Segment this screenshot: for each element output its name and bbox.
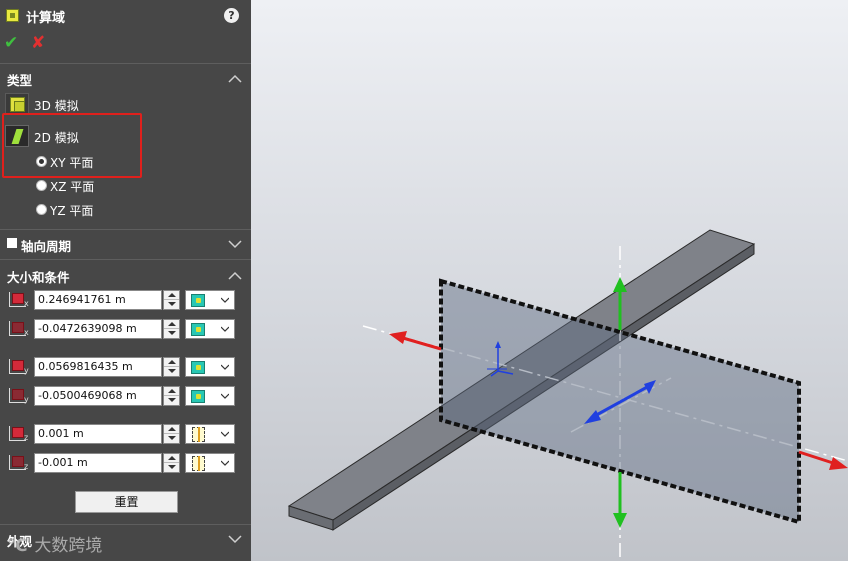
- param-row-z-min: z -0.001 m: [0, 452, 251, 474]
- chevron-down-icon: [221, 460, 229, 466]
- y-max-input[interactable]: 0.0569816435 m: [34, 357, 162, 377]
- y-min-arrow-handle[interactable]: [613, 472, 627, 528]
- x-min-condition-select[interactable]: [185, 319, 235, 339]
- chevron-down-icon: [221, 393, 229, 399]
- domain-3d-view: [287, 229, 848, 561]
- radio-button[interactable]: [36, 204, 47, 215]
- z-max-icon: z: [9, 425, 31, 443]
- param-row-x-min: x -0.0472639098 m: [0, 318, 251, 340]
- pressure-opening-icon: [191, 323, 205, 336]
- x-min-icon: x: [9, 320, 31, 338]
- symmetry-icon: [192, 427, 205, 442]
- y-min-input[interactable]: -0.0500469068 m: [34, 386, 162, 406]
- chevron-down-icon: [221, 326, 229, 332]
- ok-check-icon[interactable]: ✔: [4, 33, 18, 53]
- yz-plane-label: YZ 平面: [50, 204, 94, 218]
- pressure-opening-icon: [191, 294, 205, 307]
- spin-up-icon[interactable]: [164, 358, 179, 367]
- spin-up-icon[interactable]: [164, 291, 179, 300]
- y-max-stepper[interactable]: [163, 357, 180, 377]
- spin-up-icon[interactable]: [164, 387, 179, 396]
- x-max-input[interactable]: 0.246941761 m: [34, 290, 162, 310]
- computational-domain-icon: [6, 9, 19, 22]
- symmetry-icon: [192, 456, 205, 471]
- z-min-input[interactable]: -0.001 m: [34, 453, 162, 473]
- y-min-icon: y: [9, 387, 31, 405]
- z-max-stepper[interactable]: [163, 424, 180, 444]
- param-row-x-max: x 0.246941761 m: [0, 289, 251, 311]
- spin-down-icon[interactable]: [164, 463, 179, 472]
- spin-up-icon[interactable]: [164, 454, 179, 463]
- graphics-viewport[interactable]: [251, 0, 848, 561]
- z-max-input[interactable]: 0.001 m: [34, 424, 162, 444]
- spin-up-icon[interactable]: [164, 425, 179, 434]
- divider: [0, 524, 251, 525]
- spin-up-icon[interactable]: [164, 320, 179, 329]
- chevron-down-icon: [221, 364, 229, 370]
- help-icon[interactable]: ?: [224, 8, 239, 23]
- y-min-stepper[interactable]: [163, 386, 180, 406]
- axial-periodicity-checkbox[interactable]: [7, 238, 17, 248]
- x-max-icon: x: [9, 291, 31, 309]
- y-max-condition-select[interactable]: [185, 357, 235, 377]
- radio-yz-plane[interactable]: YZ 平面: [36, 201, 126, 219]
- x-min-stepper[interactable]: [163, 319, 180, 339]
- pressure-opening-icon: [191, 390, 205, 403]
- highlight-annotation-box: [2, 113, 142, 178]
- pressure-opening-icon: [191, 361, 205, 374]
- type-section-title[interactable]: 类型: [7, 70, 32, 89]
- spin-down-icon[interactable]: [164, 434, 179, 443]
- z-min-stepper[interactable]: [163, 453, 180, 473]
- spin-down-icon[interactable]: [164, 300, 179, 309]
- watermark: ℃ 大数跨境: [7, 531, 102, 556]
- size-section-title[interactable]: 大小和条件: [7, 267, 70, 286]
- reset-button[interactable]: 重置: [75, 491, 178, 513]
- 3d-simulation-icon: [5, 93, 29, 115]
- z-max-condition-select[interactable]: [185, 424, 235, 444]
- watermark-logo: ℃: [7, 536, 28, 556]
- x-max-condition-select[interactable]: [185, 290, 235, 310]
- radio-xz-plane[interactable]: XZ 平面: [36, 177, 126, 195]
- y-max-icon: y: [9, 358, 31, 376]
- chevron-down-icon[interactable]: [228, 239, 242, 249]
- panel-title: 计算域: [26, 11, 66, 26]
- option-3d-label: 3D 模拟: [34, 99, 79, 113]
- divider: [0, 259, 251, 260]
- z-min-icon: z: [9, 454, 31, 472]
- spin-down-icon[interactable]: [164, 329, 179, 338]
- cancel-x-icon[interactable]: ✘: [31, 33, 45, 53]
- spin-down-icon[interactable]: [164, 367, 179, 376]
- radio-button[interactable]: [36, 180, 47, 191]
- chevron-down-icon: [221, 431, 229, 437]
- x-min-input[interactable]: -0.0472639098 m: [34, 319, 162, 339]
- panel-header: 计算域 ?: [0, 0, 251, 32]
- chevron-down-icon: [221, 297, 229, 303]
- x-min-arrow-handle[interactable]: [389, 331, 442, 351]
- chevron-up-icon[interactable]: [228, 74, 242, 84]
- watermark-text: 大数跨境: [34, 536, 103, 556]
- spin-down-icon[interactable]: [164, 396, 179, 405]
- z-min-condition-select[interactable]: [185, 453, 235, 473]
- chevron-up-icon[interactable]: [228, 271, 242, 281]
- computational-domain-panel: 计算域 ? ✔ ✘ 类型 3D 模拟 2D 模拟 XY 平面 XZ 平面 YZ …: [0, 0, 251, 561]
- xz-plane-label: XZ 平面: [50, 180, 95, 194]
- divider: [0, 63, 251, 64]
- param-row-y-min: y -0.0500469068 m: [0, 385, 251, 407]
- param-row-y-max: y 0.0569816435 m: [0, 356, 251, 378]
- x-max-stepper[interactable]: [163, 290, 180, 310]
- axial-section-title[interactable]: 轴向周期: [21, 236, 71, 255]
- chevron-down-icon[interactable]: [228, 534, 242, 544]
- y-min-condition-select[interactable]: [185, 386, 235, 406]
- param-row-z-max: z 0.001 m: [0, 423, 251, 445]
- divider: [0, 229, 251, 230]
